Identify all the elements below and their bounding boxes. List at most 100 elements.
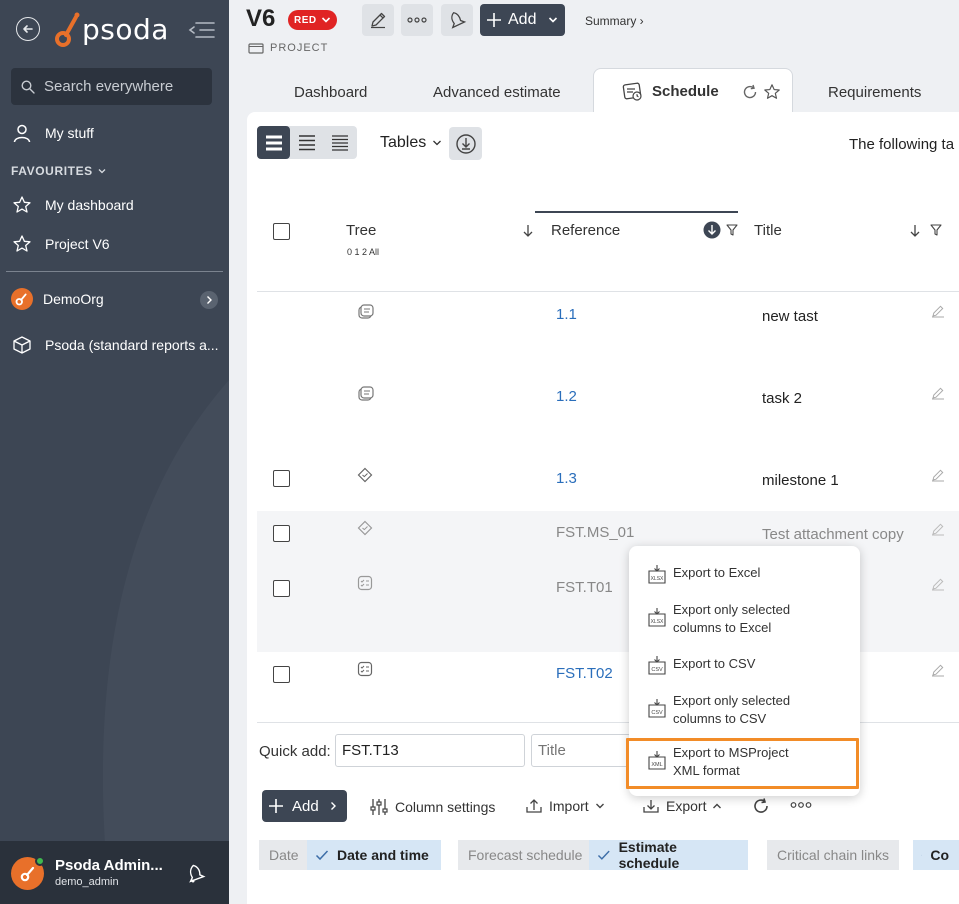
reference-link[interactable]: FST.T02 [556, 665, 613, 682]
summary-link[interactable]: Summary › [585, 14, 644, 28]
quick-add-title-input[interactable] [531, 734, 631, 767]
pencil-icon[interactable] [931, 663, 945, 677]
tab-requirements[interactable]: Requirements [828, 84, 921, 101]
reference-link[interactable]: 1.2 [556, 388, 577, 405]
sidebar-item-label: DemoOrg [43, 291, 104, 307]
export-to-excel-item[interactable]: XLSX Export to Excel [647, 564, 760, 586]
row-checkbox[interactable] [273, 525, 290, 542]
tables-dropdown[interactable]: Tables [380, 134, 442, 152]
menu-item-label: Export only selected columns to CSV [673, 692, 790, 728]
sidebar-item-my-stuff[interactable]: My stuff [11, 122, 94, 144]
export-button[interactable]: Export [642, 798, 722, 814]
menu-item-label: Export to Excel [673, 565, 761, 580]
view-comfortable-button[interactable] [257, 126, 290, 159]
sort-arrow-icon[interactable] [522, 224, 534, 238]
sidebar-item-standard-reports[interactable]: Psoda (standard reports a... [11, 334, 219, 356]
select-all-checkbox[interactable] [273, 223, 290, 240]
favourites-heading[interactable]: FAVOURITES [11, 164, 107, 178]
upload-icon [526, 799, 542, 813]
add-dropdown-toggle[interactable] [541, 4, 565, 36]
edit-button[interactable] [362, 4, 394, 36]
toggle-forecast-schedule[interactable]: Forecast schedule [458, 840, 593, 870]
back-icon[interactable] [16, 17, 40, 41]
toggle-date[interactable]: Date [259, 840, 309, 870]
filter-icon[interactable] [726, 224, 738, 236]
tab-schedule[interactable]: Schedule [593, 68, 793, 114]
menu-item-label: Export only selected columns to Excel [673, 601, 790, 637]
task-title: milestone 1 [762, 472, 839, 489]
table-row[interactable]: 1.2 task 2 [257, 375, 959, 457]
more-options-button[interactable] [790, 801, 812, 809]
row-checkbox[interactable] [273, 470, 290, 487]
toggle-critical-chain-links[interactable]: Critical chain links [767, 840, 900, 870]
row-checkbox[interactable] [273, 666, 290, 683]
sidebar-item-project-v6[interactable]: Project V6 [11, 233, 110, 255]
add-button-label: Add [508, 11, 537, 28]
toggle-estimate-schedule[interactable]: Estimate schedule [589, 839, 748, 871]
view-dense-button[interactable] [323, 126, 356, 159]
summary-task-icon [358, 386, 374, 401]
search-box[interactable] [11, 68, 212, 105]
user-panel[interactable]: Psoda Admin... demo_admin [0, 841, 229, 904]
file-icon-text: CSV [651, 667, 663, 673]
refresh-button[interactable] [751, 796, 771, 816]
chevron-right-icon[interactable] [200, 291, 218, 309]
import-button[interactable]: Import [525, 798, 605, 814]
column-settings-button[interactable]: Column settings [369, 798, 495, 816]
export-selected-columns-excel-item[interactable]: XLSX Export only selected columns to Exc… [647, 601, 790, 637]
status-badge-label: RED [294, 14, 317, 26]
column-header-tree[interactable]: Tree [346, 222, 376, 239]
reference-link[interactable]: 1.3 [556, 470, 577, 487]
tab-advanced-estimate[interactable]: Advanced estimate [433, 84, 561, 101]
psoda-logo[interactable]: psoda [54, 8, 169, 50]
csv-file-icon: CSV [648, 656, 666, 675]
row-checkbox[interactable] [273, 580, 290, 597]
column-header-title[interactable]: Title [754, 222, 782, 239]
chevron-right-icon [330, 802, 336, 810]
view-density-switch [257, 126, 357, 159]
column-header-reference[interactable]: Reference [551, 222, 620, 239]
toggle-co[interactable]: Co [913, 840, 959, 870]
pencil-icon[interactable] [931, 522, 945, 536]
table-row[interactable]: 1.3 milestone 1 [257, 457, 959, 511]
star-icon[interactable] [763, 83, 781, 101]
pencil-icon[interactable] [931, 386, 945, 400]
pencil-icon[interactable] [931, 468, 945, 482]
reference-link[interactable]: FST.MS_01 [556, 524, 634, 541]
sidebar-divider [6, 271, 223, 272]
sidebar-item-my-dashboard[interactable]: My dashboard [11, 194, 134, 216]
quick-add-reference-input[interactable] [335, 734, 525, 767]
task-title: Test attachment copy [762, 526, 904, 543]
sort-arrow-icon[interactable] [909, 224, 921, 238]
refresh-icon[interactable] [741, 83, 759, 101]
download-button[interactable] [449, 127, 482, 160]
search-input[interactable] [44, 78, 204, 95]
pencil-icon[interactable] [931, 577, 945, 591]
view-compact-button[interactable] [290, 126, 323, 159]
filter-icon[interactable] [930, 224, 942, 236]
toggle-label: Date [269, 847, 299, 863]
notification-bell-icon[interactable] [185, 862, 207, 889]
sort-active-icon[interactable] [703, 221, 721, 239]
notify-button[interactable] [441, 4, 473, 36]
reference-link[interactable]: 1.1 [556, 306, 577, 323]
toggle-date-and-time[interactable]: Date and time [307, 840, 441, 870]
menu-item-line2: columns to CSV [673, 711, 767, 726]
sidebar-item-demoorg[interactable]: DemoOrg [11, 288, 104, 310]
collapse-sidebar-icon[interactable] [188, 20, 216, 40]
add-button[interactable]: Add [480, 4, 565, 36]
reference-link[interactable]: FST.T01 [556, 579, 613, 596]
check-icon [597, 850, 610, 860]
pencil-icon[interactable] [931, 304, 945, 318]
export-to-csv-item[interactable]: CSV Export to CSV [647, 655, 755, 677]
export-selected-columns-csv-item[interactable]: CSV Export only selected columns to CSV [647, 692, 790, 728]
add-row-button[interactable]: Add [262, 790, 347, 822]
tree-level-selector[interactable]: 0 1 2 All [347, 247, 379, 257]
file-icon-text: XLSX [651, 576, 664, 582]
page-title: V6 [246, 5, 276, 32]
tab-dashboard[interactable]: Dashboard [294, 84, 367, 101]
table-row[interactable]: 1.1 new tast [257, 293, 959, 375]
export-label: Export [666, 798, 707, 814]
more-options-button[interactable] [401, 4, 433, 36]
status-badge[interactable]: RED [288, 10, 337, 30]
